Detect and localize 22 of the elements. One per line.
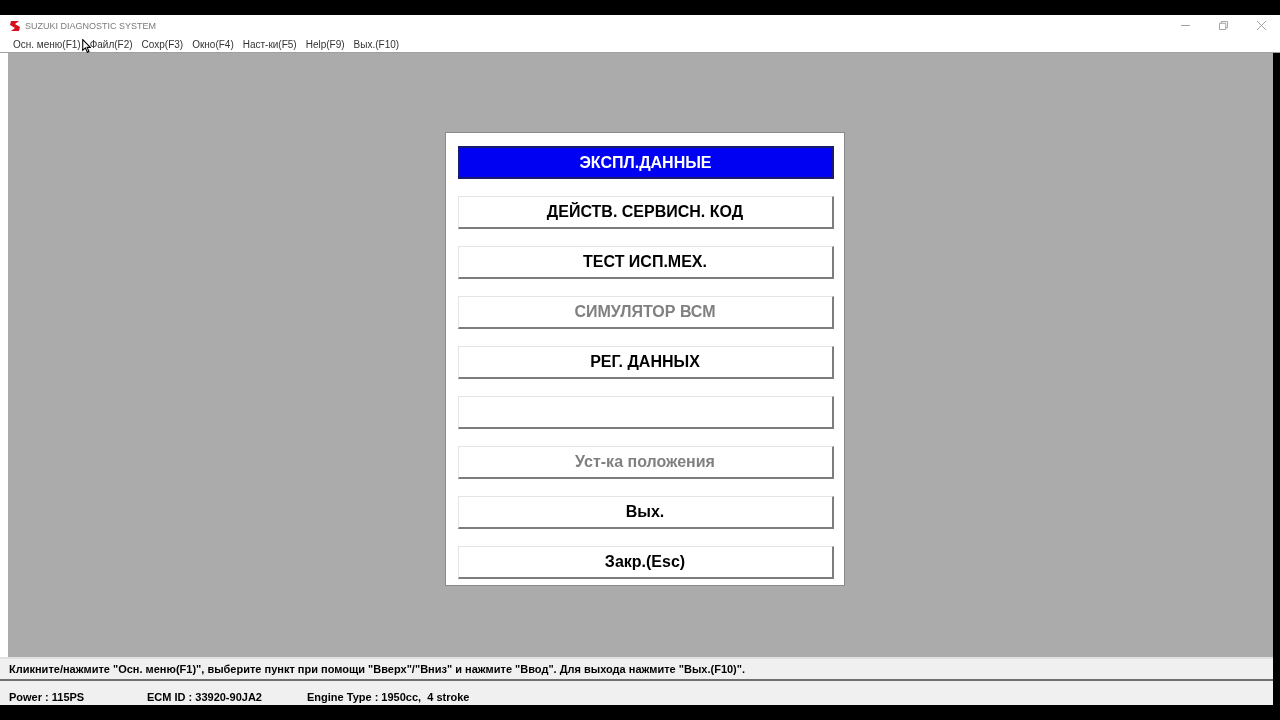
menu-option-button[interactable]: Закр.(Esc) [457,546,834,579]
menu-option-button[interactable] [457,396,834,429]
menu-item[interactable]: Сохр(F3) [141,38,184,50]
status-field: Power : 115PS [9,691,147,703]
window-title: SUZUKI DIAGNOSTIC SYSTEM [25,20,156,31]
close-icon [1256,21,1266,30]
menu-option-button[interactable]: ТЕСТ ИСП.МЕХ. [457,246,834,279]
menu-item[interactable]: Осн. меню(F1) [13,38,81,50]
restore-icon [1218,21,1228,30]
status-field: ECM ID : 33920-90JA2 [147,691,307,703]
logo-icon [9,19,21,32]
menu-option-button[interactable]: ЭКСПЛ.ДАННЫЕ [457,146,834,179]
status-field: Engine Type : 1950cc, 4 stroke [307,691,470,703]
menu-option-button[interactable]: РЕГ. ДАННЫХ [457,346,834,379]
hint-text: Кликните/нажмите "Осн. меню(F1)", выберите пункт при помощи "Вверх"/"Вниз" и нажмите "Ввод". Для выхода нажмите "Вых.(F10)". [9,663,746,675]
menu-item[interactable]: Наст-ки(F5) [242,38,297,50]
menu-item[interactable]: Окно(F4) [192,38,234,50]
menu-item[interactable]: Файл(F2) [89,38,133,50]
menu-item[interactable]: Вых.(F10) [353,38,400,50]
menu-option-button[interactable]: ДЕЙСТВ. СЕРВИСН. КОД [457,196,834,229]
menu-item[interactable]: Help(F9) [305,38,345,50]
menu-option-button[interactable]: Вых. [457,496,834,529]
